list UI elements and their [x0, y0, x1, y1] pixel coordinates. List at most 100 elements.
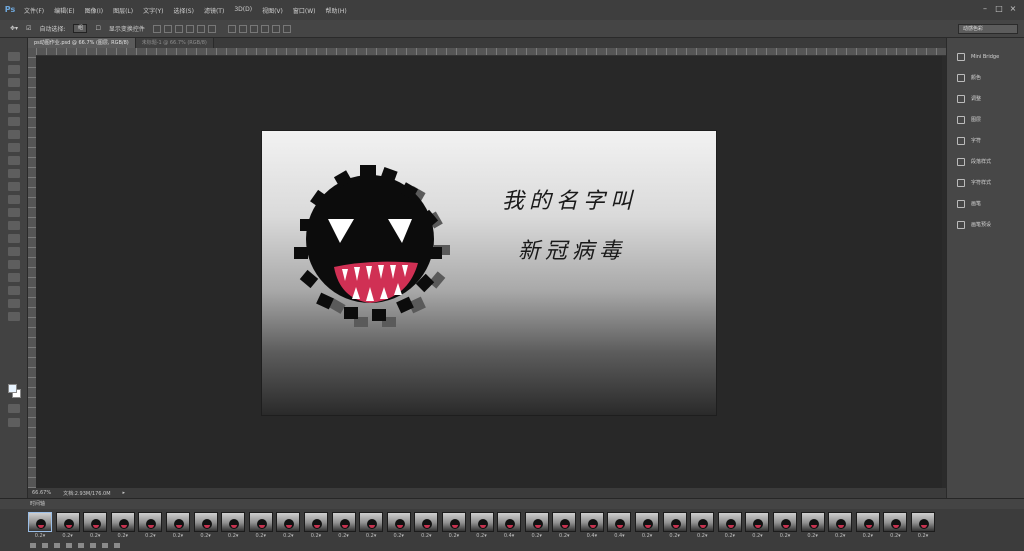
crop-tool-icon[interactable]	[7, 104, 20, 113]
timeline-frame[interactable]: 0.2▾	[883, 512, 908, 542]
foreground-color-swatch[interactable]	[8, 384, 17, 393]
align-middle-icon[interactable]	[163, 24, 172, 33]
distribute-top-icon[interactable]	[227, 24, 236, 33]
frame-delay-label[interactable]: 0.2▾	[635, 532, 659, 541]
eyedropper-tool-icon[interactable]	[7, 117, 20, 126]
timeline-frame[interactable]: 0.2▾	[552, 512, 577, 542]
distribute-left-icon[interactable]	[260, 24, 269, 33]
loop-select-icon[interactable]	[30, 543, 36, 548]
timeline-frame[interactable]: 0.2▾	[635, 512, 660, 542]
distribute-right-icon[interactable]	[282, 24, 291, 33]
timeline-frame[interactable]: 0.2▾	[717, 512, 742, 542]
timeline-frame[interactable]: 0.2▾	[911, 512, 935, 542]
frame-delay-label[interactable]: 0.2▾	[801, 532, 825, 541]
timeline-frame[interactable]: 0.2▾	[690, 512, 715, 542]
menu-item[interactable]: 窗口(W)	[293, 6, 316, 15]
auto-select-dropdown[interactable]: 组	[73, 24, 88, 33]
shape-tool-icon[interactable]	[7, 273, 20, 282]
menu-item[interactable]: 视图(V)	[262, 6, 283, 15]
lasso-tool-icon[interactable]	[7, 78, 20, 87]
frame-delay-label[interactable]: 0.2▾	[552, 532, 576, 541]
next-frame-icon[interactable]	[78, 543, 84, 548]
panel-item[interactable]: 画笔	[947, 193, 1024, 214]
align-top-icon[interactable]	[152, 24, 161, 33]
quick-select-tool-icon[interactable]	[7, 91, 20, 100]
frame-delay-label[interactable]: 0.2▾	[276, 532, 300, 541]
marquee-tool-icon[interactable]	[7, 65, 20, 74]
frame-delay-label[interactable]: 0.2▾	[138, 532, 162, 541]
timeline-frame[interactable]: 0.2▾	[359, 512, 384, 542]
stamp-tool-icon[interactable]	[7, 156, 20, 165]
frame-delay-label[interactable]: 0.4▾	[580, 532, 604, 541]
menu-item[interactable]: 编辑(E)	[54, 6, 74, 15]
delete-frame-icon[interactable]	[114, 543, 120, 548]
distribute-middle-icon[interactable]	[238, 24, 247, 33]
menu-item[interactable]: 选择(S)	[173, 6, 194, 15]
frame-delay-label[interactable]: 0.2▾	[470, 532, 494, 541]
menu-item[interactable]: 图像(I)	[85, 6, 103, 15]
frame-delay-label[interactable]: 0.2▾	[332, 532, 356, 541]
screen-mode-icon[interactable]	[8, 418, 20, 427]
panel-item[interactable]: Mini Bridge	[947, 46, 1024, 67]
timeline-frame[interactable]: 0.2▾	[55, 512, 80, 542]
frame-delay-label[interactable]: 0.2▾	[442, 532, 466, 541]
pen-tool-icon[interactable]	[7, 234, 20, 243]
frame-delay-label[interactable]: 0.2▾	[690, 532, 714, 541]
tab-active-document[interactable]: ps动图作业.psd @ 66.7% (图层, RGB/8)	[28, 38, 136, 48]
history-brush-tool-icon[interactable]	[7, 169, 20, 178]
frame-delay-label[interactable]: 0.2▾	[828, 532, 852, 541]
timeline-frame[interactable]: 0.2▾	[110, 512, 135, 542]
timeline-frame[interactable]: 0.2▾	[828, 512, 853, 542]
frame-delay-label[interactable]: 0.2▾	[414, 532, 438, 541]
frame-delay-label[interactable]: 0.2▾	[56, 532, 80, 541]
timeline-frame[interactable]: 0.2▾	[524, 512, 549, 542]
minimize-button[interactable]: –	[980, 4, 990, 14]
type-tool-icon[interactable]	[7, 247, 20, 256]
menu-item[interactable]: 文件(F)	[24, 6, 44, 15]
duplicate-frame-icon[interactable]	[102, 543, 108, 548]
timeline-frame[interactable]: 0.4▾	[607, 512, 632, 542]
tab-second-document[interactable]: 未标题-1 @ 66.7% (RGB/8)	[135, 38, 214, 48]
horizontal-ruler[interactable]	[36, 48, 946, 56]
document-canvas[interactable]: 我的名字叫 新冠病毒	[262, 131, 716, 415]
menu-item[interactable]: 滤镜(T)	[204, 6, 224, 15]
zoom-level[interactable]: 66.67%	[32, 490, 51, 496]
frame-delay-label[interactable]: 0.2▾	[83, 532, 107, 541]
menu-item[interactable]: 3D(D)	[234, 6, 252, 15]
frame-delay-label[interactable]: 0.2▾	[883, 532, 907, 541]
frame-delay-label[interactable]: 0.2▾	[28, 532, 52, 541]
timeline-frame[interactable]: 0.4▾	[497, 512, 522, 542]
prev-frame-icon[interactable]	[54, 543, 60, 548]
hand-tool-icon[interactable]	[7, 299, 20, 308]
maximize-button[interactable]: □	[994, 4, 1004, 14]
status-menu-arrow-icon[interactable]: ▸	[123, 490, 126, 496]
frame-delay-label[interactable]: 0.2▾	[745, 532, 769, 541]
menu-item[interactable]: 帮助(H)	[326, 6, 347, 15]
frame-delay-label[interactable]: 0.2▾	[718, 532, 742, 541]
frame-delay-label[interactable]: 0.2▾	[663, 532, 687, 541]
move-tool-icon[interactable]: ✥▾	[10, 25, 18, 32]
frame-delay-label[interactable]: 0.2▾	[856, 532, 880, 541]
show-transform-checkbox[interactable]: ☐	[95, 25, 100, 32]
panel-item[interactable]: 颜色	[947, 67, 1024, 88]
timeline-frame[interactable]: 0.2▾	[331, 512, 356, 542]
move-tool-icon[interactable]	[7, 52, 20, 61]
frame-delay-label[interactable]: 0.2▾	[304, 532, 328, 541]
frame-delay-label[interactable]: 0.2▾	[525, 532, 549, 541]
timeline-frame[interactable]: 0.2▾	[83, 512, 108, 542]
auto-select-checkbox[interactable]: ☑	[26, 25, 31, 32]
timeline-frame[interactable]: 0.2▾	[800, 512, 825, 542]
frame-delay-label[interactable]: 0.2▾	[166, 532, 190, 541]
timeline-frame[interactable]: 0.2▾	[248, 512, 273, 542]
timeline-frame[interactable]: 0.2▾	[855, 512, 880, 542]
frame-delay-label[interactable]: 0.2▾	[387, 532, 411, 541]
panel-item[interactable]: 字符	[947, 130, 1024, 151]
workspace-switcher[interactable]: 动感色彩	[958, 24, 1018, 34]
timeline-frame[interactable]: 0.2▾	[138, 512, 163, 542]
frame-delay-label[interactable]: 0.2▾	[111, 532, 135, 541]
path-select-tool-icon[interactable]	[7, 260, 20, 269]
align-center-icon[interactable]	[196, 24, 205, 33]
brush-tool-icon[interactable]	[7, 143, 20, 152]
dodge-tool-icon[interactable]	[7, 221, 20, 230]
play-icon[interactable]	[66, 543, 72, 548]
